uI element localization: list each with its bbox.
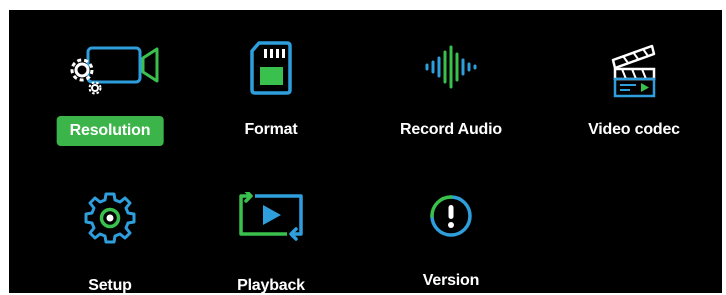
menu-label-record-audio: Record Audio xyxy=(400,121,502,138)
camera-menu-screen: Resolution Format Record Audio Video cod… xyxy=(9,10,722,294)
gear-icon xyxy=(84,192,136,244)
audio-waveform-icon xyxy=(425,45,477,89)
menu-item-record-audio[interactable]: Record Audio xyxy=(381,10,521,150)
menu-item-playback[interactable]: Playback xyxy=(201,150,341,294)
menu-label-setup: Setup xyxy=(88,277,132,294)
camera-settings-icon xyxy=(70,46,159,95)
menu-label-format: Format xyxy=(244,121,298,138)
menu-item-resolution[interactable]: Resolution xyxy=(40,10,180,150)
menu-label-resolution: Resolution xyxy=(56,116,164,146)
menu-label-video-codec: Video codec xyxy=(588,121,680,138)
menu-item-format[interactable]: Format xyxy=(201,10,341,150)
sd-card-icon xyxy=(250,41,292,95)
clapperboard-icon xyxy=(611,44,656,98)
menu-item-setup[interactable]: Setup xyxy=(40,150,180,294)
menu-label-version: Version xyxy=(422,272,480,289)
menu-item-version[interactable]: Version xyxy=(381,150,521,293)
playback-icon xyxy=(239,192,303,241)
info-exclamation-icon xyxy=(430,195,472,237)
menu-label-playback: Playback xyxy=(237,277,305,294)
menu-item-video-codec[interactable]: Video codec xyxy=(564,10,704,150)
